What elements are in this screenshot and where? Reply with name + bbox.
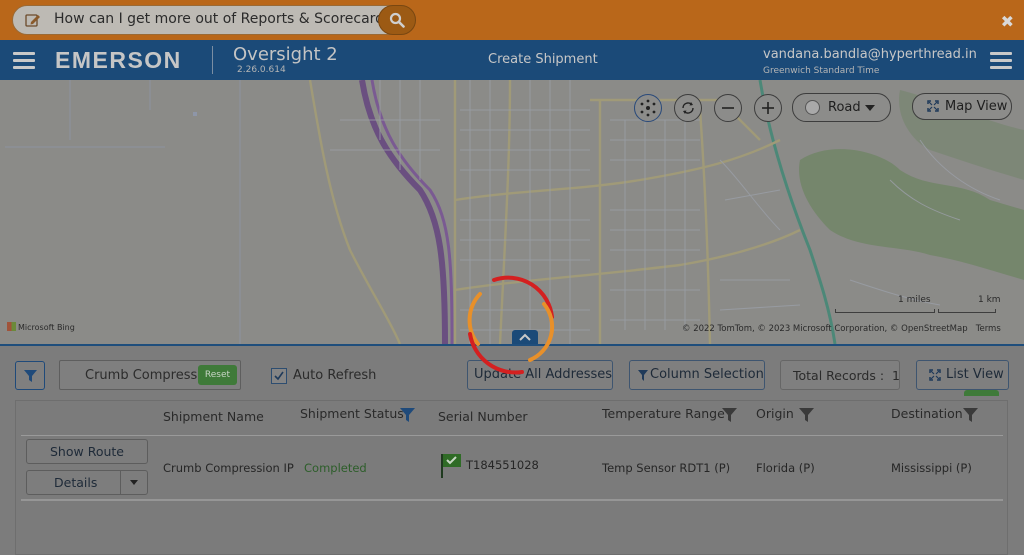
map-style-dropdown[interactable]: Road bbox=[792, 93, 891, 122]
cell-serial-number[interactable]: T184551028 bbox=[466, 458, 539, 472]
list-view-button[interactable]: List View bbox=[916, 360, 1009, 390]
loading-spinner-icon bbox=[467, 275, 555, 375]
cell-shipment-status: Completed bbox=[304, 461, 367, 475]
shipments-panel: Crumb Compression Reset Auto Refresh Upd… bbox=[0, 346, 1024, 555]
total-records-label: Total Records : 1 bbox=[793, 368, 900, 383]
cell-temperature-range: Temp Sensor RDT1 (P) bbox=[602, 461, 731, 475]
help-question: How can I get more out of Reports & Scor… bbox=[54, 11, 399, 27]
map-copyright: © 2022 TomTom, © 2023 Microsoft Corporat… bbox=[682, 324, 1001, 334]
shipments-table: Shipment Name Shipment Status Serial Num… bbox=[15, 400, 1008, 555]
expand-icon bbox=[929, 369, 941, 381]
page-title: Create Shipment bbox=[488, 52, 598, 67]
app-header: EMERSON Oversight 2 2.26.0.614 Create Sh… bbox=[0, 40, 1024, 80]
filter-button[interactable] bbox=[15, 361, 45, 390]
globe-icon bbox=[805, 100, 820, 115]
list-view-label: List View bbox=[946, 367, 1004, 382]
details-label: Details bbox=[54, 475, 98, 490]
col-shipment-status[interactable]: Shipment Status bbox=[300, 406, 404, 421]
show-route-button[interactable]: Show Route bbox=[26, 439, 148, 464]
reset-button[interactable]: Reset bbox=[198, 365, 237, 385]
app-version: 2.26.0.614 bbox=[237, 65, 286, 75]
scale-km: 1 km bbox=[978, 295, 1001, 305]
app-title: Oversight 2 bbox=[233, 44, 338, 65]
zoom-in-icon[interactable] bbox=[754, 94, 782, 122]
help-search-button[interactable] bbox=[378, 5, 416, 35]
scale-bar-miles bbox=[835, 309, 935, 313]
cluster-icon[interactable] bbox=[634, 94, 662, 122]
column-selection-button[interactable]: Column Selection bbox=[629, 360, 765, 390]
flag-icon bbox=[441, 454, 461, 478]
col-destination[interactable]: Destination bbox=[891, 406, 963, 421]
map-view-label: Map View bbox=[945, 99, 1008, 114]
auto-refresh-label: Auto Refresh bbox=[293, 368, 377, 383]
col-origin[interactable]: Origin bbox=[756, 406, 794, 421]
temperature-filter-icon[interactable] bbox=[722, 407, 737, 422]
details-button[interactable]: Details bbox=[26, 470, 148, 495]
col-shipment-name[interactable]: Shipment Name bbox=[163, 409, 264, 424]
origin-filter-icon[interactable] bbox=[799, 407, 814, 422]
search-icon bbox=[389, 12, 405, 28]
filter-icon bbox=[638, 370, 648, 381]
col-temperature-range[interactable]: Temperature Range bbox=[602, 406, 725, 421]
help-search-box[interactable]: How can I get more out of Reports & Scor… bbox=[12, 5, 416, 35]
total-records-value: 1 bbox=[892, 368, 900, 383]
close-banner-icon[interactable]: ✖ bbox=[1001, 12, 1014, 31]
status-filter-icon[interactable] bbox=[400, 407, 415, 422]
zoom-out-icon[interactable] bbox=[714, 94, 742, 122]
expand-icon bbox=[927, 100, 939, 112]
bing-logo: Microsoft Bing bbox=[7, 322, 75, 332]
checkmark-icon bbox=[274, 371, 284, 381]
user-menu-icon[interactable] bbox=[990, 52, 1012, 70]
column-selection-label: Column Selection bbox=[650, 367, 764, 382]
rotate-icon[interactable] bbox=[674, 94, 702, 122]
scale-bar-km bbox=[938, 309, 996, 313]
help-banner: How can I get more out of Reports & Scor… bbox=[0, 0, 1024, 40]
details-dropdown-button[interactable] bbox=[120, 470, 147, 495]
chevron-down-icon bbox=[130, 480, 138, 485]
user-timezone: Greenwich Standard Time bbox=[763, 66, 880, 76]
terms-link[interactable]: Terms bbox=[976, 324, 1001, 334]
auto-refresh-checkbox[interactable] bbox=[271, 368, 287, 384]
cell-destination: Mississippi (P) bbox=[891, 461, 972, 475]
map-style-label: Road bbox=[828, 100, 861, 115]
col-serial-number[interactable]: Serial Number bbox=[438, 409, 528, 424]
menu-icon[interactable] bbox=[13, 52, 35, 70]
total-records-box: Total Records : 1 bbox=[780, 360, 900, 390]
map-view-button[interactable]: Map View bbox=[912, 93, 1012, 120]
chevron-down-icon bbox=[865, 105, 875, 111]
filter-icon bbox=[24, 370, 37, 382]
header-divider bbox=[212, 46, 213, 74]
edit-icon bbox=[25, 14, 40, 27]
green-indicator bbox=[964, 390, 999, 396]
table-row-divider bbox=[21, 499, 1003, 501]
table-header-divider bbox=[21, 435, 1003, 436]
cell-origin: Florida (P) bbox=[756, 461, 815, 475]
user-email[interactable]: vandana.bandla@hyperthread.in bbox=[763, 47, 977, 62]
scale-miles: 1 miles bbox=[898, 295, 931, 305]
destination-filter-icon[interactable] bbox=[963, 407, 978, 422]
cell-shipment-name: Crumb Compression IP bbox=[163, 461, 294, 475]
emerson-logo: EMERSON bbox=[55, 47, 182, 73]
